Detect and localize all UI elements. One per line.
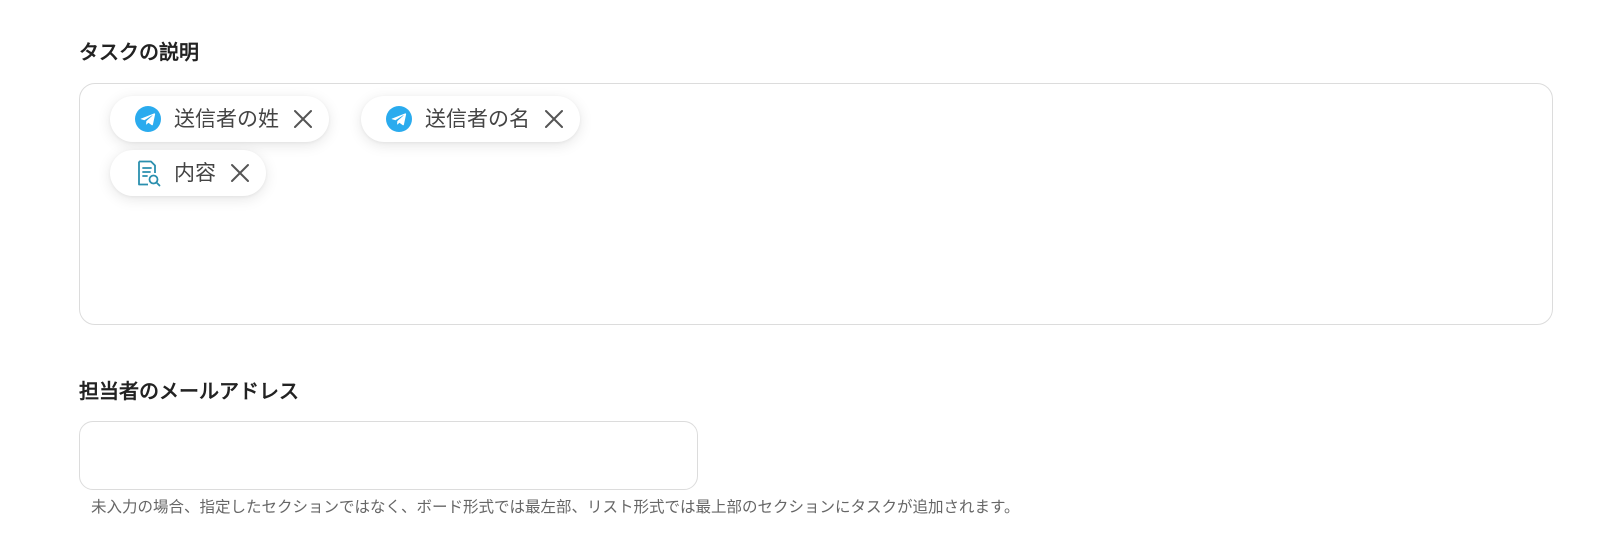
assignee-email-help-text: 未入力の場合、指定したセクションではなく、ボード形式では最左部、リスト形式では最… bbox=[91, 498, 1020, 516]
token-label: 内容 bbox=[174, 160, 216, 185]
token-label: 送信者の名 bbox=[425, 106, 530, 131]
assignee-email-input[interactable] bbox=[79, 421, 698, 490]
task-description-field[interactable]: 送信者の姓 送信者の名 内容 bbox=[79, 83, 1553, 325]
token-label: 送信者の姓 bbox=[174, 106, 279, 131]
close-icon[interactable] bbox=[228, 161, 252, 185]
close-icon[interactable] bbox=[542, 107, 566, 131]
assignee-email-label: 担当者のメールアドレス bbox=[79, 379, 299, 403]
task-description-label: タスクの説明 bbox=[79, 40, 199, 64]
telegram-icon bbox=[385, 105, 413, 133]
telegram-icon bbox=[134, 105, 162, 133]
variable-token-sender-first-name[interactable]: 送信者の名 bbox=[361, 96, 580, 142]
variable-token-sender-last-name[interactable]: 送信者の姓 bbox=[110, 96, 329, 142]
document-search-icon bbox=[134, 159, 162, 187]
close-icon[interactable] bbox=[291, 107, 315, 131]
variable-token-content[interactable]: 内容 bbox=[110, 150, 266, 196]
